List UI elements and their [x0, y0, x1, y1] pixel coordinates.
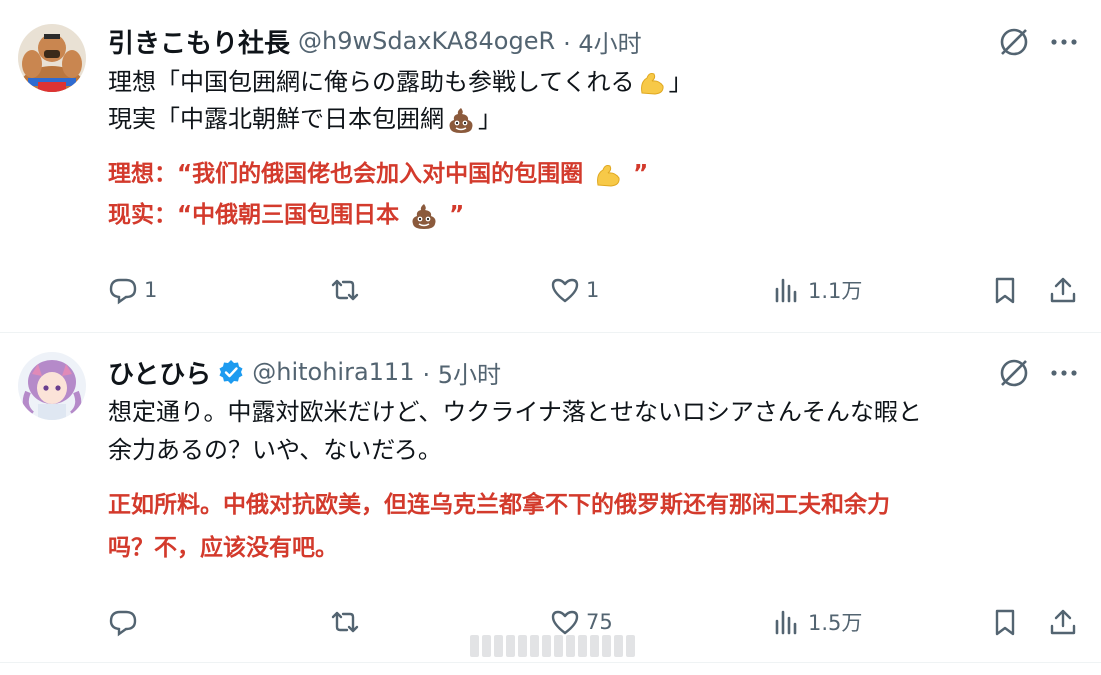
view-count: 1.1万: [808, 279, 863, 303]
flexed-biceps-emoji: [593, 160, 623, 190]
share-icon: [1050, 609, 1076, 635]
pile-of-poo-emoji: [409, 201, 439, 231]
views-button[interactable]: 1.5万: [772, 607, 862, 637]
author-name[interactable]: 引きこもり社長: [108, 23, 290, 60]
more-options-icon[interactable]: [1047, 356, 1081, 390]
reply-icon: [109, 278, 137, 305]
avatar[interactable]: [18, 24, 86, 92]
timestamp[interactable]: · 4小时: [563, 24, 642, 59]
view-count: 1.5万: [808, 611, 863, 635]
translation-text: 理想：“我们的俄国佬也会加入对中国的包围圈: [108, 161, 584, 187]
retweet-icon: [331, 279, 359, 301]
tweet-text: 現実「中露北朝鮮で日本包囲網: [108, 105, 444, 133]
tweet-text: 余力あるの？いや、ないだろ。: [108, 436, 442, 464]
quote-close: 」: [668, 68, 693, 96]
tweet[interactable]: 引きこもり社長 @h9wSdaxKA84ogeR · 4小时 理想「中国包囲網に…: [0, 0, 1101, 332]
translation-line: 正如所料。中俄对抗欧美，但连乌克兰都拿不下的俄罗斯还有那闲工夫和余力: [108, 488, 890, 522]
retweet-button[interactable]: [330, 607, 360, 637]
more-options-icon[interactable]: [1047, 25, 1081, 59]
share-icon: [1050, 277, 1076, 303]
bookmark-icon: [995, 277, 1015, 304]
bookmark-button[interactable]: [990, 607, 1020, 637]
tweet-text: 想定通り。中露対欧米だけど、ウクライナ落とせないロシアさんそんな暇と: [108, 398, 922, 426]
like-count: 1: [586, 278, 600, 302]
quote-close: ”: [633, 161, 649, 187]
like-count: 75: [586, 610, 613, 634]
quote-close: 」: [478, 105, 502, 133]
tweet-text: 理想「中国包囲網に俺らの露助も参戦してくれる: [108, 68, 635, 96]
share-button[interactable]: [1048, 275, 1078, 305]
divider: [0, 662, 1101, 663]
grok-icon[interactable]: [997, 356, 1031, 390]
quote-close: ”: [449, 202, 465, 228]
author-handle[interactable]: @hitohira111: [252, 358, 414, 386]
tweet-header: ひとひら @hitohira111 · 5小时: [108, 354, 501, 390]
reply-button[interactable]: [108, 607, 144, 637]
analytics-icon: [775, 278, 797, 303]
pile-of-poo-emoji: [446, 105, 476, 135]
retweet-button[interactable]: [330, 275, 360, 305]
like-button[interactable]: 1: [550, 275, 599, 305]
tweet-text-line: 現実「中露北朝鮮で日本包囲網 」: [108, 102, 502, 136]
translation-line: 现实：“中俄朝三国包围日本 ”: [108, 198, 464, 232]
verified-badge-icon: [218, 359, 244, 385]
avatar[interactable]: [18, 352, 86, 420]
flexed-biceps-emoji: [637, 68, 667, 98]
tweet-text-line: 想定通り。中露対欧米だけど、ウクライナ落とせないロシアさんそんな暇と: [108, 395, 922, 429]
reply-icon: [109, 610, 137, 637]
translation-line: 理想：“我们的俄国佬也会加入对中国的包围圈 ”: [108, 157, 648, 191]
author-handle[interactable]: @h9wSdaxKA84ogeR: [298, 27, 555, 55]
reply-button[interactable]: 1: [108, 275, 157, 305]
reply-count: 1: [144, 278, 158, 302]
views-button[interactable]: 1.1万: [772, 275, 862, 305]
translation-text: 现实：“中俄朝三国包围日本: [108, 202, 400, 228]
tweet-header: 引きこもり社長 @h9wSdaxKA84ogeR · 4小时: [108, 23, 642, 59]
tweet[interactable]: ひとひら @hitohira111 · 5小时 想定通り。中露対欧米だけど、ウク…: [0, 332, 1101, 662]
translation-text: 正如所料。中俄对抗欧美，但连乌克兰都拿不下的俄罗斯还有那闲工夫和余力: [108, 492, 890, 518]
tweet-text-line: 理想「中国包囲網に俺らの露助も参戦してくれる 」: [108, 65, 693, 99]
heart-icon: [551, 278, 579, 303]
translation-line: 吗？不，应该没有吧。: [108, 531, 338, 565]
author-name[interactable]: ひとひら: [108, 354, 211, 391]
tweet-text-line: 余力あるの？いや、ないだろ。: [108, 433, 442, 467]
watermark-bars: [470, 632, 640, 660]
analytics-icon: [775, 610, 797, 635]
timestamp[interactable]: · 5小时: [422, 355, 501, 390]
translation-text: 吗？不，应该没有吧。: [108, 535, 338, 561]
bookmark-button[interactable]: [990, 275, 1020, 305]
share-button[interactable]: [1048, 607, 1078, 637]
grok-icon[interactable]: [997, 25, 1031, 59]
bookmark-icon: [995, 609, 1015, 636]
retweet-icon: [331, 611, 359, 633]
